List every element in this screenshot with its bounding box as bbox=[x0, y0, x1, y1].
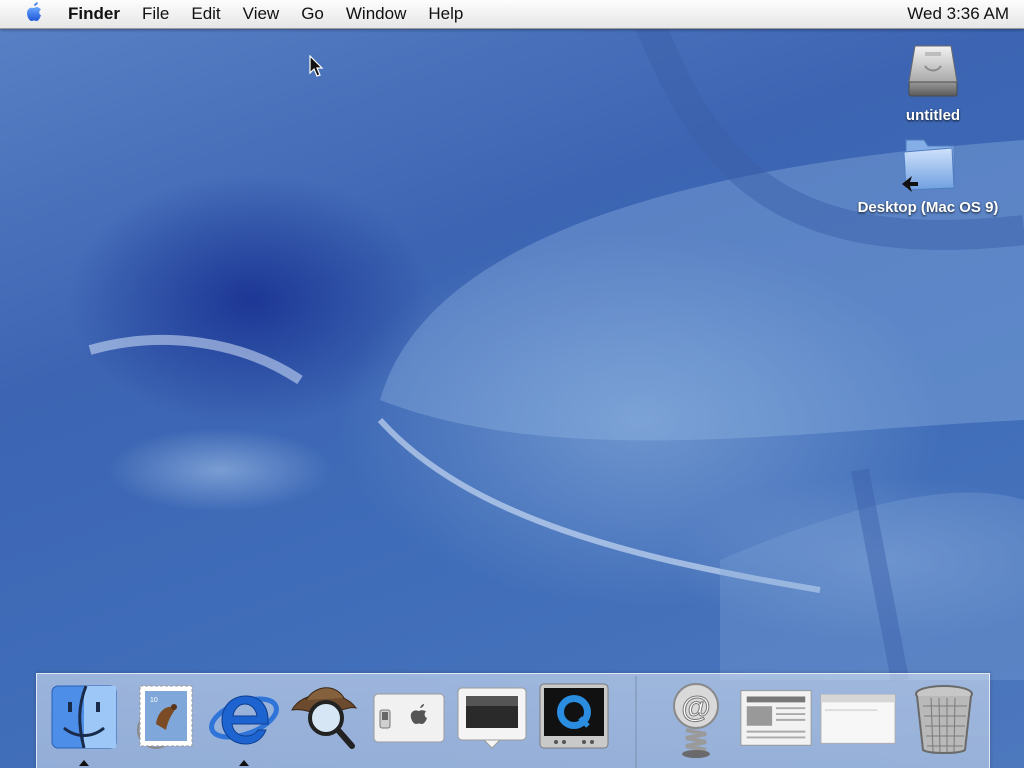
dock-item-finder[interactable] bbox=[45, 680, 123, 766]
menu-file[interactable]: File bbox=[131, 0, 180, 28]
quicktime-icon bbox=[539, 683, 609, 749]
menu-edit[interactable]: Edit bbox=[180, 0, 231, 28]
dock-item-system-preferences[interactable] bbox=[369, 680, 447, 764]
folder-alias-icon bbox=[902, 139, 955, 192]
monitor-display-icon bbox=[457, 687, 527, 749]
running-indicator bbox=[239, 760, 249, 766]
dock-item-trash[interactable] bbox=[905, 680, 983, 764]
desktop-icon-desktop-mac-os-9[interactable]: Desktop (Mac OS 9) bbox=[848, 134, 1008, 216]
dock-item-sherlock[interactable] bbox=[285, 680, 363, 764]
dock-separator bbox=[635, 676, 637, 768]
minimized-window-icon bbox=[820, 694, 896, 744]
menu-view[interactable]: View bbox=[232, 0, 291, 28]
mail-stamp-icon: 10 bbox=[137, 685, 193, 749]
newspaper-icon bbox=[740, 690, 812, 746]
svg-text:@: @ bbox=[681, 691, 710, 724]
dock-item-mail[interactable]: 10 bbox=[125, 680, 203, 764]
menu-help[interactable]: Help bbox=[417, 0, 474, 28]
trash-icon bbox=[915, 685, 973, 754]
menu-clock[interactable]: Wed 3:36 AM bbox=[907, 0, 1009, 28]
system-preferences-switch-icon bbox=[373, 693, 445, 743]
svg-text:10: 10 bbox=[150, 697, 158, 704]
sherlock-icon bbox=[291, 687, 358, 749]
finder-icon bbox=[51, 685, 117, 749]
menu-finder[interactable]: Finder bbox=[54, 0, 131, 28]
hard-drive-icon bbox=[908, 45, 958, 97]
desktop-icon-label: Desktop (Mac OS 9) bbox=[857, 199, 999, 216]
apple-logo-icon[interactable] bbox=[14, 0, 54, 28]
mouse-pointer-icon bbox=[309, 55, 324, 77]
desktop-icon-untitled[interactable]: untitled bbox=[888, 42, 978, 124]
menu-bar: Finder File Edit View Go Window Help Wed… bbox=[0, 0, 1024, 29]
dock-item-internet-explorer[interactable] bbox=[205, 680, 283, 766]
internet-explorer-icon bbox=[209, 695, 279, 745]
dock-item-displays[interactable] bbox=[453, 680, 531, 764]
dock: 10 @ bbox=[36, 673, 990, 768]
menu-window[interactable]: Window bbox=[335, 0, 417, 28]
wallpaper-art bbox=[88, 0, 1024, 682]
running-indicator bbox=[79, 760, 89, 766]
dock-item-news[interactable] bbox=[737, 680, 815, 764]
dock-item-internet-prefs[interactable]: @ bbox=[657, 680, 735, 764]
desktop-background bbox=[0, 0, 1024, 768]
desktop-icon-label: untitled bbox=[905, 107, 961, 124]
dock-item-minimized-window[interactable] bbox=[819, 680, 897, 764]
dock-item-quicktime[interactable] bbox=[535, 680, 613, 764]
at-sign-spring-icon: @ bbox=[673, 683, 719, 758]
menu-go[interactable]: Go bbox=[290, 0, 335, 28]
